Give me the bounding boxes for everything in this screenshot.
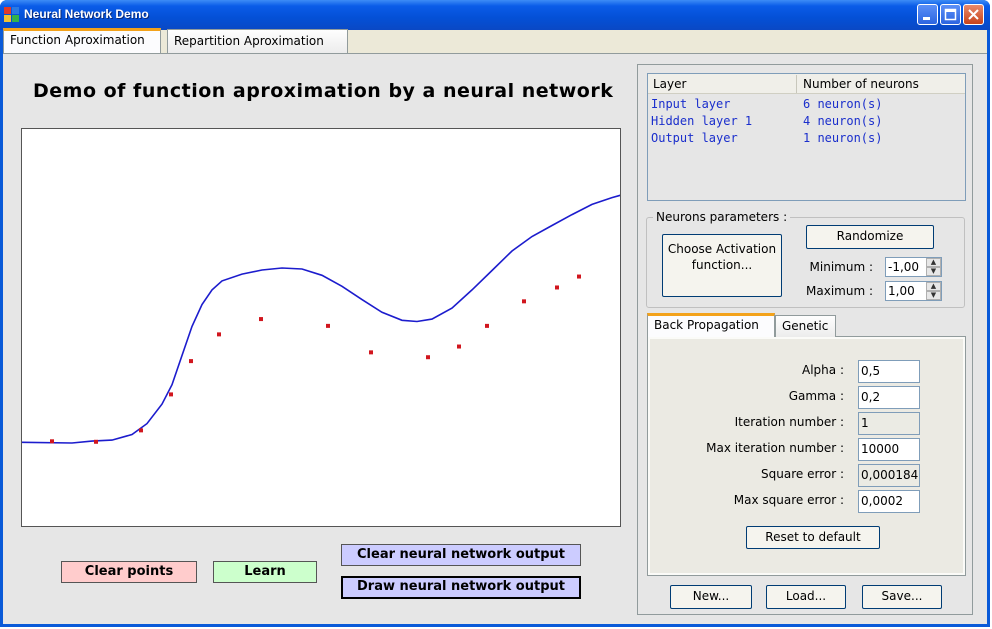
training-point [169, 392, 173, 397]
tab-label: Genetic [782, 319, 829, 333]
maximum-value: 1,00 [888, 284, 915, 298]
new-button[interactable]: New... [670, 585, 752, 609]
training-points [50, 274, 581, 444]
max-square-error-label: Max square error : [733, 493, 844, 507]
network-output-curve [22, 194, 620, 444]
learn-button[interactable]: Learn [213, 561, 317, 583]
page-title: Demo of function aproximation by a neura… [33, 80, 614, 102]
maximum-stepper[interactable]: 1,00 ▲ ▼ [885, 281, 942, 301]
layer-name: Hidden layer 1 [651, 114, 753, 128]
stepper-up-icon[interactable]: ▲ [926, 258, 941, 267]
layer-neuron-count: 6 neuron(s) [803, 97, 883, 111]
training-point [139, 428, 143, 433]
close-icon [968, 9, 979, 20]
save-button[interactable]: Save... [862, 585, 942, 609]
tab-function-aproximation[interactable]: Function Aproximation [3, 28, 161, 53]
clear-network-output-button[interactable]: Clear neural network output [341, 544, 581, 566]
stepper-down-icon[interactable]: ▼ [926, 267, 941, 276]
alpha-input[interactable]: 0,5 [858, 360, 920, 383]
plot-area[interactable] [22, 129, 620, 526]
column-divider [796, 75, 797, 93]
tab-genetic[interactable]: Genetic [775, 315, 836, 337]
gamma-label: Gamma : [788, 389, 844, 403]
maximize-icon [944, 8, 957, 21]
reset-default-button[interactable]: Reset to default [746, 526, 880, 549]
tab-label: Back Propagation [654, 318, 759, 332]
gamma-input[interactable]: 0,2 [858, 386, 920, 409]
training-point [522, 299, 526, 304]
tab-label: Repartition Aproximation [174, 34, 324, 48]
function-plot-canvas[interactable] [21, 128, 621, 527]
alpha-label: Alpha : [802, 363, 844, 377]
group-title: Neurons parameters : [653, 210, 791, 224]
training-point [326, 323, 330, 328]
training-point [189, 359, 193, 364]
list-item[interactable]: Hidden layer 1 4 neuron(s) [651, 114, 961, 131]
iteration-label: Iteration number : [734, 415, 844, 429]
layer-name: Input layer [651, 97, 731, 111]
choose-activation-button[interactable]: Choose Activation function... [662, 234, 782, 297]
layer-name: Output layer [651, 131, 738, 145]
layer-neuron-count: 4 neuron(s) [803, 114, 883, 128]
training-point [94, 439, 98, 444]
iteration-field: 1 [858, 412, 920, 435]
clear-points-button[interactable]: Clear points [61, 561, 197, 583]
close-button[interactable] [963, 4, 984, 25]
minimum-value: -1,00 [888, 260, 920, 274]
minimize-icon [923, 17, 930, 20]
tab-label: Function Aproximation [10, 33, 145, 47]
stepper-up-icon[interactable]: ▲ [926, 282, 941, 291]
layer-neuron-count: 1 neuron(s) [803, 131, 883, 145]
maximize-button[interactable] [940, 4, 961, 25]
load-button[interactable]: Load... [766, 585, 846, 609]
stepper-down-icon[interactable]: ▼ [926, 291, 941, 300]
training-point [426, 355, 430, 360]
training-point [50, 439, 54, 444]
draw-network-output-button[interactable]: Draw neural network output [341, 576, 581, 599]
tab-repartition-aproximation[interactable]: Repartition Aproximation [167, 29, 348, 53]
randomize-button[interactable]: Randomize [806, 225, 934, 249]
column-header-neurons[interactable]: Number of neurons [803, 77, 919, 91]
minimize-button[interactable] [917, 4, 938, 25]
training-point [457, 344, 461, 349]
square-error-label: Square error : [761, 467, 844, 481]
training-point [485, 323, 489, 328]
max-iteration-input[interactable]: 10000 [858, 438, 920, 461]
training-point [577, 274, 581, 279]
column-header-layer[interactable]: Layer [653, 77, 686, 91]
training-point [217, 332, 221, 337]
square-error-field: 0,000184 [858, 464, 920, 487]
window-title: Neural Network Demo [24, 7, 149, 21]
app-icon [4, 7, 19, 22]
training-point [369, 350, 373, 355]
training-point [555, 285, 559, 290]
max-square-error-input[interactable]: 0,0002 [858, 490, 920, 513]
maximum-label: Maximum : [806, 284, 873, 298]
max-iteration-label: Max iteration number : [706, 441, 844, 455]
stepper-buttons: ▲ ▼ [926, 282, 941, 300]
minimum-label: Minimum : [809, 260, 873, 274]
list-item[interactable]: Input layer 6 neuron(s) [651, 97, 961, 114]
training-point [259, 317, 263, 322]
minimum-stepper[interactable]: -1,00 ▲ ▼ [885, 257, 942, 277]
stepper-buttons: ▲ ▼ [926, 258, 941, 276]
list-item[interactable]: Output layer 1 neuron(s) [651, 131, 961, 148]
tab-back-propagation[interactable]: Back Propagation [647, 313, 775, 337]
title-bar[interactable]: Neural Network Demo [0, 0, 990, 30]
